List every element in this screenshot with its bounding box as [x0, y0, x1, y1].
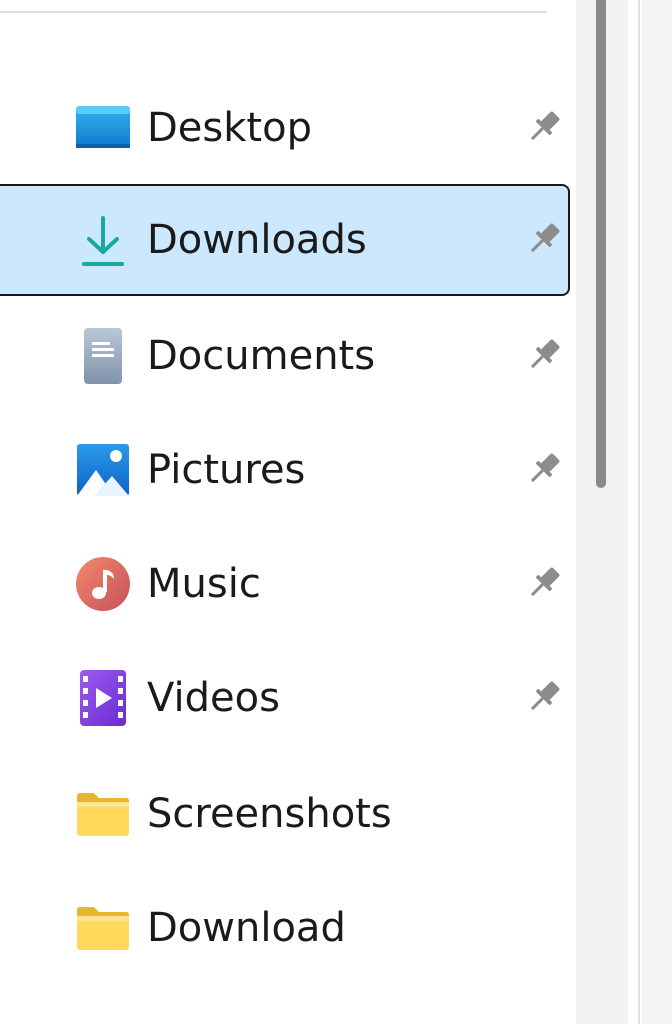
divider — [0, 11, 546, 13]
pin-icon[interactable] — [523, 676, 565, 718]
nav-item-desktop[interactable]: Desktop — [0, 72, 570, 184]
nav-item-videos[interactable]: Videos — [0, 642, 570, 754]
downloads-icon — [74, 212, 132, 268]
content-pane-edge — [642, 0, 672, 1024]
nav-item-label: Pictures — [147, 447, 306, 493]
nav-item-label: Downloads — [147, 217, 367, 263]
pin-icon[interactable] — [523, 334, 565, 376]
documents-icon — [74, 328, 132, 384]
nav-item-label: Desktop — [147, 105, 312, 151]
pin-icon[interactable] — [523, 562, 565, 604]
nav-item-pictures[interactable]: Pictures — [0, 414, 570, 526]
nav-item-label: Music — [147, 561, 261, 607]
pictures-icon — [74, 442, 132, 498]
nav-item-downloads[interactable]: Downloads — [0, 184, 570, 296]
folder-icon — [74, 900, 132, 956]
videos-icon — [74, 670, 132, 726]
navigation-pane: Desktop Downloads Documents Pictures Mus… — [0, 0, 576, 1024]
nav-item-music[interactable]: Music — [0, 528, 570, 640]
music-icon — [74, 556, 132, 612]
folder-icon — [74, 786, 132, 842]
pin-icon[interactable] — [523, 448, 565, 490]
nav-item-label: Screenshots — [147, 791, 392, 837]
desktop-icon — [74, 100, 132, 156]
pin-icon[interactable] — [523, 106, 565, 148]
nav-item-documents[interactable]: Documents — [0, 300, 570, 412]
nav-item-screenshots[interactable]: Screenshots — [0, 758, 570, 870]
nav-item-download[interactable]: Download — [0, 872, 570, 984]
divider — [638, 0, 640, 1024]
pin-icon[interactable] — [523, 218, 565, 260]
nav-item-label: Download — [147, 905, 346, 951]
nav-item-label: Documents — [147, 333, 376, 379]
scrollbar-thumb[interactable] — [596, 0, 606, 488]
nav-item-label: Videos — [147, 675, 280, 721]
